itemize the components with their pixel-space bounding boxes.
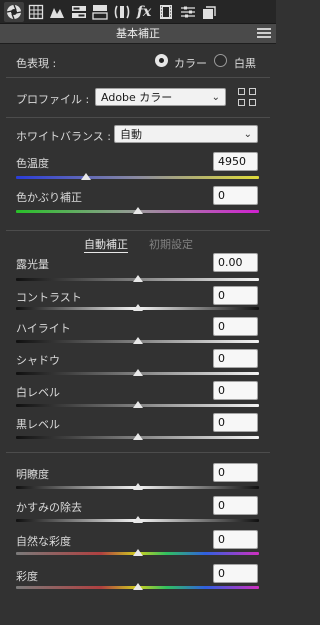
radio-color-label: カラー [174, 57, 207, 70]
profile-label: プロファイル : [16, 93, 90, 106]
whites-slider-thumb[interactable] [132, 401, 143, 408]
presets-icon[interactable] [200, 2, 220, 22]
auto-tone-button[interactable]: 自動補正 [84, 236, 128, 253]
exposure-slider-thumb[interactable] [132, 275, 143, 282]
fx-glyph: fx [136, 4, 152, 20]
lens-correction-icon[interactable] [112, 2, 132, 22]
blacks-slider-thumb[interactable] [132, 433, 143, 440]
contrast-input[interactable]: 0 [213, 286, 258, 305]
default-button[interactable]: 初期設定 [149, 236, 193, 252]
highlights-label: ハイライト [16, 322, 71, 335]
divider [6, 117, 270, 118]
dehaze-label: かすみの除去 [16, 501, 82, 514]
vibrance-slider-thumb[interactable] [132, 549, 143, 556]
temperature-label: 色温度 [16, 157, 49, 170]
divider [6, 230, 270, 231]
saturation-label: 彩度 [16, 570, 38, 583]
curve-grid-icon[interactable] [26, 2, 46, 22]
shadows-input[interactable]: 0 [213, 349, 258, 368]
mountain-icon[interactable] [47, 2, 67, 22]
toolbar: fx [0, 0, 276, 24]
whites-input[interactable]: 0 [213, 381, 258, 400]
saturation-input[interactable]: 0 [213, 564, 258, 583]
divider [6, 77, 270, 78]
panel-title: 基本補正 [116, 27, 160, 40]
fx-effects-icon[interactable]: fx [134, 2, 154, 22]
blacks-label: 黒レベル [16, 418, 60, 431]
profile-value: Adobe カラー [101, 91, 173, 104]
vibrance-label: 自然な彩度 [16, 535, 71, 548]
tint-input[interactable]: 0 [213, 186, 258, 205]
divider [6, 452, 270, 453]
radio-monochrome[interactable] [214, 54, 227, 67]
whites-label: 白レベル [16, 386, 60, 399]
camera-aperture-icon[interactable] [4, 2, 24, 22]
film-strip-icon[interactable] [156, 2, 176, 22]
profile-select[interactable]: Adobe カラー ⌄ [95, 88, 226, 106]
saturation-slider-thumb[interactable] [132, 583, 143, 590]
tint-slider-thumb[interactable] [132, 207, 143, 214]
tint-label: 色かぶり補正 [16, 191, 82, 204]
blacks-input[interactable]: 0 [213, 413, 258, 432]
vibrance-input[interactable]: 0 [213, 530, 258, 549]
sliders-icon[interactable] [178, 2, 198, 22]
highlights-slider-thumb[interactable] [132, 337, 143, 344]
radio-monochrome-label: 白黒 [234, 57, 256, 70]
radio-color[interactable] [155, 54, 168, 67]
chevron-down-icon: ⌄ [243, 129, 252, 140]
contrast-label: コントラスト [16, 291, 82, 304]
white-balance-label: ホワイトバランス : [16, 130, 111, 143]
temperature-slider-track[interactable] [16, 176, 259, 179]
shadows-slider-thumb[interactable] [132, 369, 143, 376]
profile-browser-icon[interactable] [238, 88, 256, 106]
white-balance-value: 自動 [120, 128, 142, 141]
exposure-input[interactable]: 0.00 [213, 253, 258, 272]
shadows-label: シャドウ [16, 354, 60, 367]
color-treatment-label: 色表現 : [16, 57, 57, 70]
clarity-label: 明瞭度 [16, 468, 49, 481]
split-toning-icon[interactable] [90, 2, 110, 22]
dehaze-input[interactable]: 0 [213, 496, 258, 515]
highlights-input[interactable]: 0 [213, 317, 258, 336]
clarity-input[interactable]: 0 [213, 463, 258, 482]
clarity-slider-thumb[interactable] [132, 483, 143, 490]
hsl-panel-icon[interactable] [69, 2, 89, 22]
dehaze-slider-thumb[interactable] [132, 516, 143, 523]
contrast-slider-thumb[interactable] [132, 304, 143, 311]
panel-menu-icon[interactable] [257, 28, 271, 40]
temperature-slider-thumb[interactable] [81, 173, 92, 180]
temperature-input[interactable]: 4950 [213, 152, 258, 171]
exposure-label: 露光量 [16, 258, 49, 271]
white-balance-select[interactable]: 自動 ⌄ [114, 125, 258, 143]
chevron-down-icon: ⌄ [211, 92, 220, 103]
panel-header: 基本補正 [0, 24, 276, 44]
